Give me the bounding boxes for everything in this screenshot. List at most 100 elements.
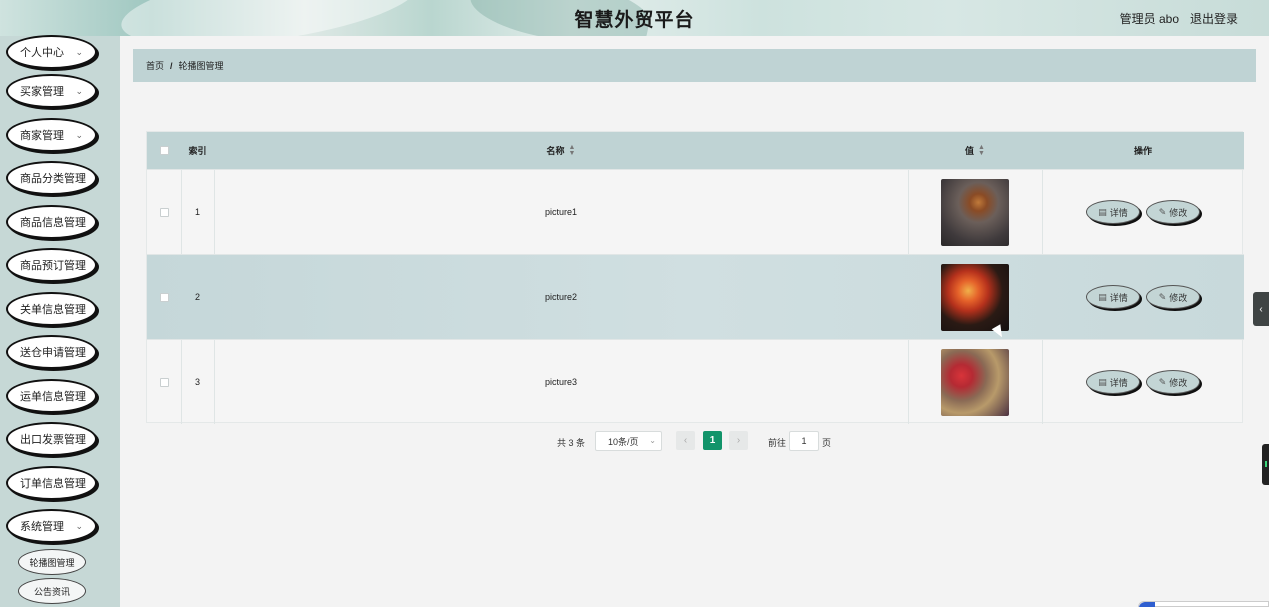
- sidebar: 个人中心 ⌄ 买家管理 ⌄ 商家管理 ⌄ 商品分类管理 商品信息管理 商品预订管…: [0, 35, 120, 607]
- table-row: 1 picture1 ▤ 详情 ✎ 修改: [147, 169, 1244, 254]
- table-header: 索引 名称 ▲ ▼ 值 ▲ ▼ 操作: [147, 132, 1244, 169]
- row-index: 2: [194, 292, 200, 302]
- carousel-image-thumbnail[interactable]: [941, 348, 1009, 416]
- sidebar-item-buyers[interactable]: 买家管理 ⌄: [6, 74, 97, 108]
- floating-side-widget[interactable]: [1262, 444, 1269, 485]
- detail-label: 详情: [1109, 292, 1128, 303]
- chevron-down-icon: ⌄: [75, 47, 83, 57]
- detail-button[interactable]: ▤ 详情: [1086, 370, 1140, 394]
- page-number-current[interactable]: 1: [703, 431, 722, 450]
- sidebar-item-label: 关单信息管理: [20, 304, 86, 316]
- goto-label: 前往: [768, 438, 787, 448]
- table-row: 3 picture3 ▤ 详情 ✎ 修改: [147, 339, 1244, 424]
- breadcrumb: 首页 / 轮播图管理: [133, 49, 1256, 82]
- breadcrumb-home[interactable]: 首页: [146, 59, 164, 72]
- row-value-cell: [908, 170, 1042, 254]
- chevron-down-icon: ⌄: [75, 521, 83, 531]
- row-name: picture1: [544, 207, 578, 217]
- next-page-button[interactable]: ›: [729, 431, 748, 450]
- table-row: 2 picture2 ▤ 详情 ✎ 修改: [147, 254, 1244, 339]
- header-name[interactable]: 名称 ▲ ▼: [214, 132, 908, 169]
- chevron-left-icon: ‹: [1259, 303, 1263, 315]
- row-checkbox[interactable]: [159, 207, 169, 217]
- pencil-icon: ✎: [1158, 291, 1167, 302]
- corner-widget[interactable]: [1138, 601, 1269, 607]
- chevron-right-icon: ›: [736, 435, 741, 446]
- collapse-panel-toggle[interactable]: ‹: [1253, 292, 1269, 326]
- edit-label: 修改: [1169, 292, 1188, 303]
- sidebar-item-profile[interactable]: 个人中心 ⌄: [6, 35, 97, 69]
- select-all-checkbox[interactable]: [159, 146, 169, 155]
- header-value[interactable]: 值 ▲ ▼: [908, 132, 1042, 169]
- row-index: 3: [194, 377, 200, 387]
- carousel-image-thumbnail[interactable]: [941, 263, 1009, 331]
- carousel-image-thumbnail[interactable]: [941, 178, 1009, 246]
- edit-button[interactable]: ✎ 修改: [1146, 285, 1200, 309]
- edit-button[interactable]: ✎ 修改: [1146, 370, 1200, 394]
- breadcrumb-current: 轮播图管理: [178, 61, 224, 71]
- row-select-cell: [147, 340, 181, 424]
- sidebar-item-product-info[interactable]: 商品信息管理: [6, 205, 97, 239]
- detail-button[interactable]: ▤ 详情: [1086, 285, 1140, 309]
- carousel-table: 索引 名称 ▲ ▼ 值 ▲ ▼ 操作 1 picture1 ▤ 详情 ✎ 修改 2 pi…: [146, 131, 1244, 424]
- logout-link[interactable]: 退出登录: [1190, 10, 1238, 27]
- sidebar-item-waybills[interactable]: 运单信息管理: [6, 379, 97, 413]
- goto-page-input[interactable]: 1: [789, 431, 819, 451]
- header-select-cell: [147, 132, 181, 169]
- sort-icon[interactable]: ▲ ▼: [978, 144, 985, 157]
- sidebar-item-label: 商品信息管理: [20, 217, 86, 229]
- sidebar-item-label: 运单信息管理: [20, 391, 86, 403]
- sidebar-item-label: 个人中心: [20, 47, 64, 59]
- edit-button[interactable]: ✎ 修改: [1146, 200, 1200, 224]
- sidebar-item-product-bookings[interactable]: 商品预订管理: [6, 248, 97, 282]
- chevron-down-icon: ⌄: [649, 436, 656, 445]
- total-count: 共 3 条: [557, 438, 586, 448]
- sidebar-item-product-categories[interactable]: 商品分类管理: [6, 161, 97, 195]
- sidebar-item-label: 买家管理: [20, 86, 64, 98]
- header-value-label: 值: [965, 146, 975, 156]
- row-name: picture2: [544, 292, 578, 302]
- sort-icon[interactable]: ▲ ▼: [569, 144, 576, 157]
- row-select-cell: [147, 170, 181, 254]
- pencil-icon: ✎: [1158, 206, 1167, 217]
- prev-page-button[interactable]: ‹: [676, 431, 695, 450]
- top-header: 智慧外贸平台 管理员 abo 退出登录: [0, 0, 1269, 36]
- detail-button[interactable]: ▤ 详情: [1086, 200, 1140, 224]
- edit-label: 修改: [1169, 207, 1188, 218]
- row-actions: ▤ 详情 ✎ 修改: [1042, 340, 1244, 424]
- sidebar-item-system[interactable]: 系统管理 ⌄: [6, 509, 97, 543]
- row-index: 1: [194, 207, 200, 217]
- header-name-label: 名称: [546, 146, 565, 156]
- detail-label: 详情: [1109, 377, 1128, 388]
- sidebar-item-warehouse-requests[interactable]: 送仓申请管理: [6, 335, 97, 369]
- row-value-cell: [908, 255, 1042, 339]
- sidebar-item-label: 商家管理: [20, 130, 64, 142]
- sidebar-item-merchants[interactable]: 商家管理 ⌄: [6, 118, 97, 152]
- chevron-down-icon: ⌄: [75, 130, 83, 140]
- breadcrumb-separator: /: [170, 60, 173, 71]
- app-title: 智慧外贸平台: [574, 10, 695, 31]
- sidebar-item-customs-docs[interactable]: 关单信息管理: [6, 292, 97, 326]
- row-select-cell: [147, 255, 181, 339]
- header-actions: 操作: [1133, 146, 1152, 156]
- row-checkbox[interactable]: [159, 377, 169, 387]
- row-actions: ▤ 详情 ✎ 修改: [1042, 170, 1244, 254]
- sidebar-subitem-carousel[interactable]: 轮播图管理: [18, 549, 86, 575]
- row-checkbox[interactable]: [159, 292, 169, 302]
- page-size-value: 10条/页: [608, 436, 639, 447]
- document-icon: ▤: [1098, 376, 1107, 387]
- sidebar-item-label: 商品预订管理: [20, 260, 86, 272]
- document-icon: ▤: [1098, 206, 1107, 217]
- row-value-cell: [908, 340, 1042, 424]
- sidebar-item-label: 订单信息管理: [20, 478, 86, 490]
- row-name: picture3: [544, 377, 578, 387]
- header-index: 索引: [188, 146, 207, 156]
- detail-label: 详情: [1109, 207, 1128, 218]
- current-user: 管理员 abo: [1119, 12, 1179, 26]
- sidebar-subitem-announcements[interactable]: 公告资讯: [18, 578, 86, 604]
- edit-label: 修改: [1169, 377, 1188, 388]
- page-size-select[interactable]: 10条/页 ⌄: [595, 431, 662, 451]
- sidebar-item-orders[interactable]: 订单信息管理: [6, 466, 97, 500]
- sidebar-item-label: 送仓申请管理: [20, 347, 86, 359]
- pagination: 共 3 条 10条/页 ⌄ ‹ 1 › 前往 1 页: [0, 431, 1269, 451]
